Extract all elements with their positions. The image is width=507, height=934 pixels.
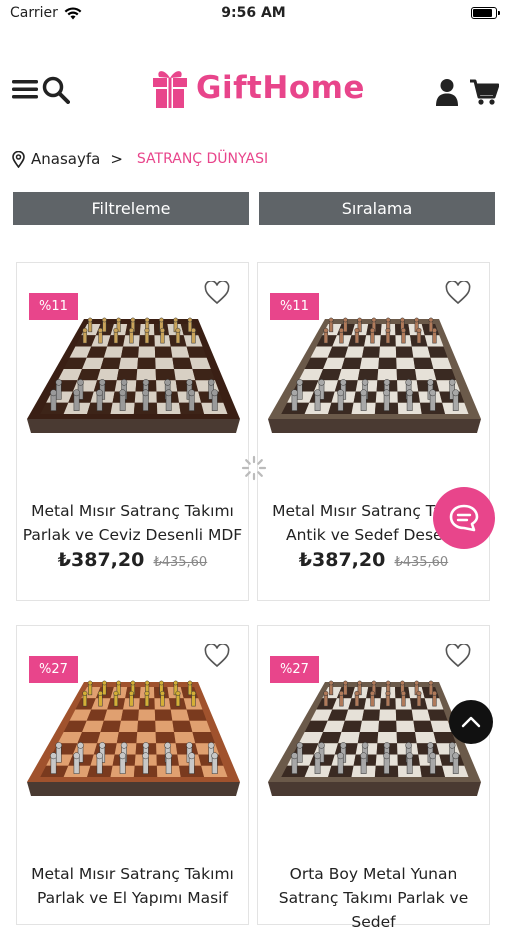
filter-button[interactable]: Filtreleme [13,192,249,225]
cart-icon[interactable] [469,78,499,106]
status-bar: Carrier 9:56 AM [0,0,507,30]
status-time: 9:56 AM [221,5,286,21]
product-image[interactable] [22,664,245,814]
product-price: ₺387,20 [57,549,145,571]
user-icon[interactable] [435,78,459,106]
battery-icon [471,7,500,19]
product-card[interactable]: %11 Metal Mısır Satranç Takımı Parlak ve… [16,262,249,601]
product-old-price: ₺435,60 [153,555,208,570]
breadcrumb-separator: > [110,150,123,168]
scroll-to-top-button[interactable] [449,700,493,744]
battery-fill [473,9,492,17]
location-pin-icon [12,150,25,168]
breadcrumb-home-link[interactable]: Anasayfa [31,150,100,168]
product-title[interactable]: Orta Boy Metal Yunan Satranç Takımı Parl… [258,862,489,934]
product-image[interactable] [22,301,245,451]
breadcrumb: Anasayfa > SATRANÇ DÜNYASI [12,150,268,168]
product-image[interactable] [263,301,486,451]
logo-text: GiftHome [196,70,365,106]
product-title[interactable]: Metal Mısır Satranç Takımı Parlak ve Cev… [17,499,248,547]
product-card[interactable]: %11 Metal Mısır Satranç Takımı Antik ve … [257,262,490,601]
product-image[interactable] [263,664,486,814]
breadcrumb-current: SATRANÇ DÜNYASI [136,151,269,167]
product-price: ₺387,20 [298,549,386,571]
product-card[interactable]: %27 Orta Boy Metal Yunan Satranç Takımı … [257,625,490,931]
sort-button[interactable]: Sıralama [259,192,495,225]
gift-icon [153,71,187,108]
arrow-up-icon [461,716,481,728]
chat-icon [449,504,479,532]
search-icon[interactable] [42,76,70,104]
price-row: ₺387,20 ₺435,60 [258,549,489,571]
chat-button[interactable] [433,487,495,549]
product-card[interactable]: %27 Metal Mısır Satranç Takımı Parlak ve… [16,625,249,925]
menu-icon[interactable] [12,78,38,100]
logo[interactable]: GiftHome [150,66,365,110]
app-header: GiftHome [0,60,507,120]
product-old-price: ₺435,60 [394,555,449,570]
price-row: ₺387,20 ₺435,60 [17,549,248,571]
product-title[interactable]: Metal Mısır Satranç Takımı Parlak ve El … [17,862,248,910]
loading-spinner-icon [241,455,267,481]
